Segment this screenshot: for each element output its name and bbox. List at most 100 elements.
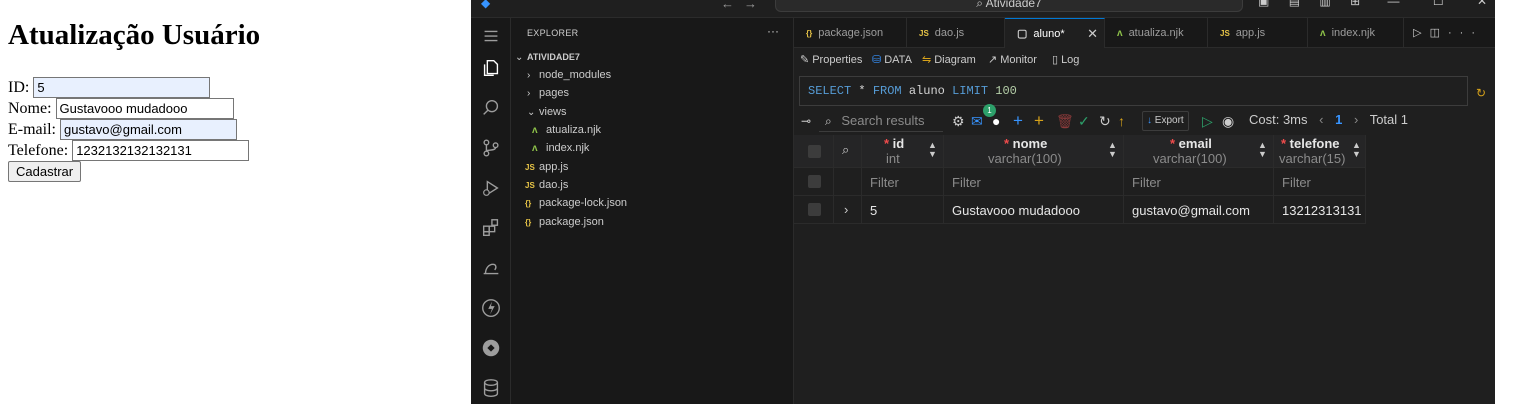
arrow-up-icon[interactable]: ↑ [1118,112,1125,130]
query-status: Cost: 3ms ‹ 1 › Total 1 [1249,112,1408,127]
tree-item-index-njk[interactable]: ʌ index.njk [532,139,589,157]
tab-aluno[interactable]: ▢ aluno* ✕ [1005,18,1105,48]
column-header-nome[interactable]: * nome varchar(100) ▲ ▼ [944,135,1124,167]
delete-icon[interactable]: 🗑 [1056,112,1074,130]
tree-item-pages[interactable]: › pages [527,84,569,102]
filter-email[interactable]: Filter [1124,168,1274,195]
row-checkbox[interactable] [808,203,821,216]
menu-icon[interactable] [479,24,503,48]
email-input[interactable] [59,119,237,140]
search-icon[interactable]: ⌕ [842,142,849,158]
github-icon[interactable]: ● [992,112,1000,130]
cell-id[interactable]: 5 [862,196,944,223]
thunder-client-icon[interactable] [479,296,503,320]
run-icon[interactable]: ▷ [1413,27,1429,39]
filter-placeholder: Filter [870,175,899,190]
run-query-icon[interactable]: ▷ [1202,112,1213,130]
insert-row-icon[interactable]: + [1034,112,1044,130]
table-row[interactable]: › 5 Gustavooo mudadooo gustavo@gmail.com… [794,196,1366,224]
refresh-icon[interactable]: ↻ [1099,112,1111,130]
tree-item-node-modules[interactable]: › node_modules [527,66,611,84]
sql-table: aluno [901,84,953,98]
close-window-icon[interactable]: ✕ [1477,0,1487,8]
search-icon[interactable] [479,96,503,120]
run-debug-icon[interactable] [479,176,503,200]
tree-item-dao-js[interactable]: JS dao.js [525,176,568,194]
tree-root[interactable]: ⌄ ATIVIDADE7 [515,48,580,66]
prev-page-icon[interactable]: ‹ [1319,112,1323,127]
tree-item-package-json[interactable]: {} package.json [525,213,604,231]
split-icon[interactable]: ▥ [1319,0,1330,8]
select-all-checkbox[interactable] [808,145,821,158]
sql-query-editor[interactable]: SELECT * FROM aluno LIMIT 100 [799,76,1468,106]
remote-explorer-icon[interactable] [479,256,503,280]
tab-data[interactable]: ⛁ DATA [872,53,912,66]
tab-package-json[interactable]: {} package.json [794,18,907,48]
minimize-icon[interactable]: — [1387,0,1399,8]
submit-button[interactable]: Cadastrar [8,161,82,182]
sort-icon[interactable]: ▲ ▼ [1258,141,1267,159]
tab-log[interactable]: ▯ Log [1052,53,1079,66]
filter-checkbox[interactable] [808,175,821,188]
cell-email[interactable]: gustavo@gmail.com [1124,196,1274,223]
filter-telefone[interactable]: Filter [1274,168,1366,195]
close-icon[interactable]: ✕ [1087,19,1098,49]
tab-app-js[interactable]: JS app.js [1208,18,1308,48]
history-icon[interactable]: ↻ [1476,86,1486,100]
tab-monitor[interactable]: ↗ Monitor [988,53,1037,66]
source-control-icon[interactable] [479,136,503,160]
tree-item-package-lock-json[interactable]: {} package-lock.json [525,194,627,212]
column-name: * id [884,136,905,151]
command-center[interactable]: ⌕ Atividade7 [775,0,1243,12]
mail-icon[interactable]: ✉ [971,112,983,130]
maximize-icon[interactable]: ☐ [1433,0,1444,8]
tree-item-views[interactable]: ⌄ views [527,103,567,121]
search-icon: ⌕ [976,0,983,10]
explorer-icon[interactable] [479,56,503,80]
telefone-input[interactable] [72,140,250,161]
eye-icon[interactable]: ◉ [1222,112,1234,130]
search-results-input[interactable]: ⌕ Search results [819,110,943,132]
tree-item-atualiza-njk[interactable]: ʌ atualiza.njk [532,121,601,139]
layout-icon[interactable]: ▣ [1258,0,1269,8]
add-icon[interactable]: + [1013,112,1023,130]
nav-arrows[interactable]: ←→ [721,0,767,11]
database-icon[interactable] [479,376,503,400]
panel-icon[interactable]: ▤ [1289,0,1300,8]
database-client-icon[interactable] [479,336,503,360]
extensions-icon[interactable] [479,216,503,240]
pin-icon[interactable]: ⊸ [801,112,811,130]
tab-atualiza-njk[interactable]: ʌ atualiza.njk [1105,18,1208,48]
tab-diagram[interactable]: ⇋ Diagram [922,53,976,66]
export-button[interactable]: ↓ Export [1142,111,1189,131]
chevron-right-icon[interactable]: › [844,202,848,217]
sort-icon[interactable]: ▲ ▼ [928,141,937,159]
more-actions-icon[interactable]: ··· [1448,27,1483,39]
cell-telefone[interactable]: 13212313131 [1274,196,1366,223]
cell-value: 5 [870,203,878,218]
cell-nome[interactable]: Gustavooo mudadooo [944,196,1124,223]
filter-id[interactable]: Filter [862,168,944,195]
nome-input[interactable] [55,98,234,119]
next-page-icon[interactable]: › [1354,112,1358,127]
filter-nome[interactable]: Filter [944,168,1124,195]
split-editor-icon[interactable]: ◫ [1430,27,1448,39]
settings-icon[interactable]: ⚙ [952,112,965,130]
sort-icon[interactable]: ▲ ▼ [1108,141,1117,159]
customize-layout-icon[interactable]: ⊞ [1350,0,1360,8]
check-icon[interactable]: ✓ [1078,112,1090,130]
page-number[interactable]: 1 [1335,112,1342,127]
tree-item-app-js[interactable]: JS app.js [525,158,568,176]
more-actions-icon[interactable]: ··· [767,24,779,38]
nome-label: Nome: [8,100,52,117]
tab-dao-js[interactable]: JS dao.js [907,18,1005,48]
column-header-telefone[interactable]: * telefone varchar(15) ▲ ▼ [1274,135,1366,167]
column-header-email[interactable]: * email varchar(100) ▲ ▼ [1124,135,1274,167]
id-input[interactable] [33,77,211,98]
chevron-down-icon: ⌄ [515,52,524,63]
column-header-id[interactable]: * id int ▲ ▼ [862,135,944,167]
tab-index-njk[interactable]: ʌ index.njk [1308,18,1404,48]
diagram-icon: ⇋ [922,54,932,66]
tab-properties[interactable]: ✎ Properties [800,53,862,66]
sort-icon[interactable]: ▲ ▼ [1352,141,1361,159]
